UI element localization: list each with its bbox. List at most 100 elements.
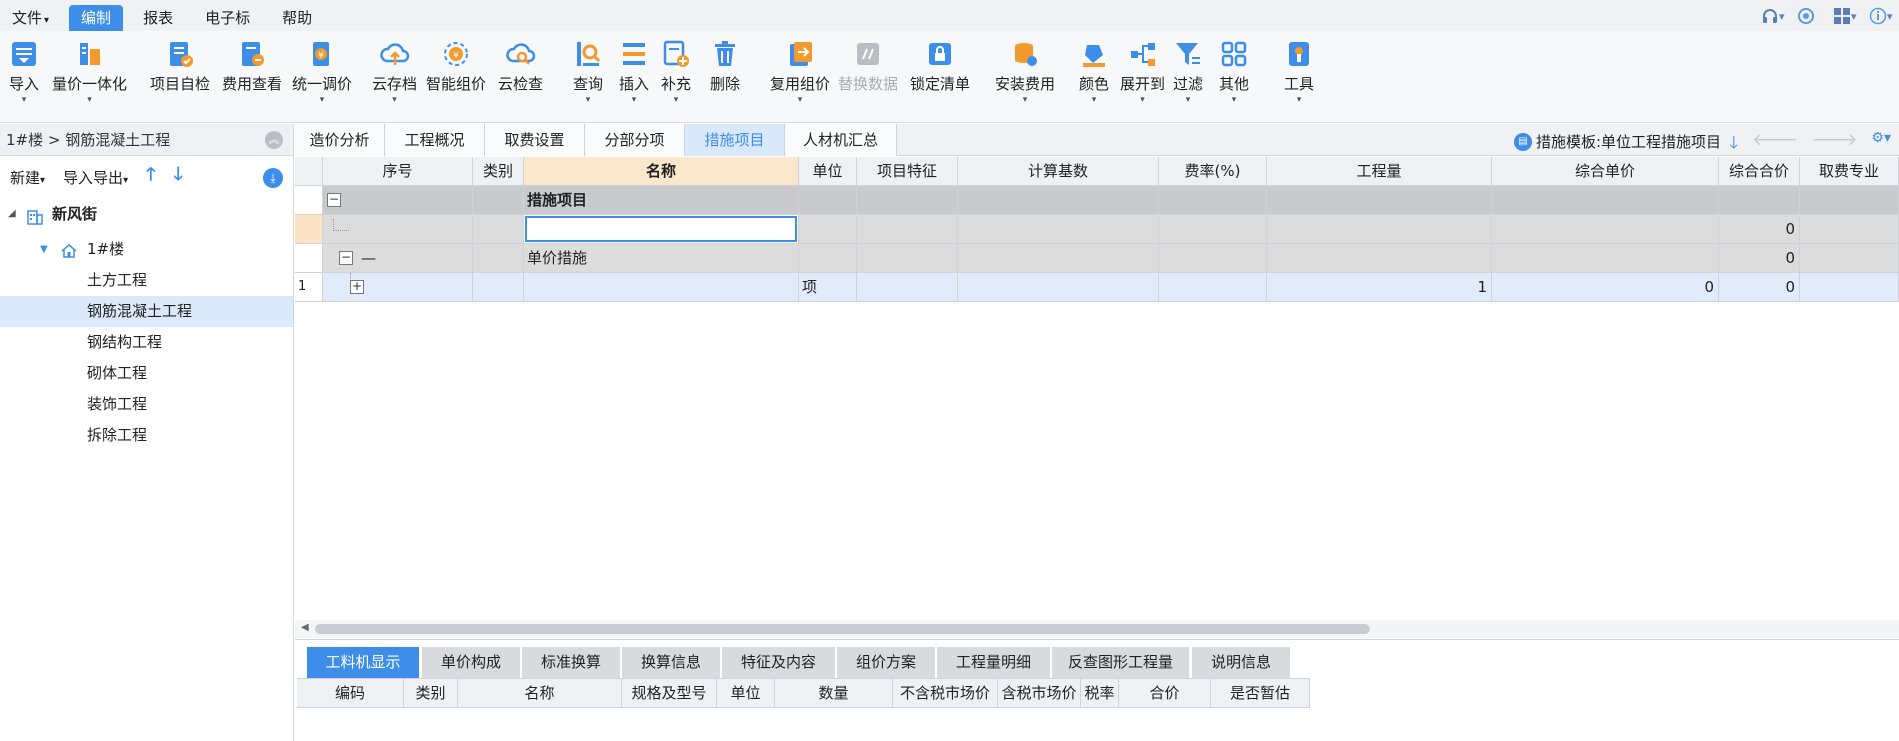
table-row[interactable]: − 措施项目 <box>295 186 1899 215</box>
import-export-button[interactable]: 导入导出▾ <box>63 167 128 188</box>
tab-feature-content[interactable]: 特征及内容 <box>722 647 835 678</box>
tree-root[interactable]: ◢ 新风街 <box>0 198 293 230</box>
self-check-button[interactable]: 项目自检 <box>150 37 210 94</box>
tab-project-overview[interactable]: 工程概况 <box>385 124 485 156</box>
info-icon[interactable]: ▾ <box>1869 6 1893 26</box>
move-down-icon[interactable]: 🡓 <box>173 162 182 192</box>
table-row[interactable]: 1 + 项 1 0 0 <box>295 273 1899 302</box>
name-edit-cell[interactable] <box>524 215 799 244</box>
cell-name[interactable]: 措施项目 <box>524 186 799 215</box>
table-row[interactable]: − — 单价措施 0 <box>295 244 1899 273</box>
header-fee-specialty[interactable]: 取费专业 <box>1800 157 1899 186</box>
cell-name[interactable] <box>524 273 799 302</box>
settings-icon[interactable]: ⚙▾ <box>1871 130 1891 159</box>
header-spec[interactable]: 规格及型号 <box>622 679 717 708</box>
cloud-archive-button[interactable]: 云存档 ▾ <box>372 37 417 105</box>
header-type[interactable]: 类别 <box>404 679 458 708</box>
tab-measures[interactable]: 措施项目 <box>685 124 785 156</box>
header-name[interactable]: 名称 <box>458 679 622 708</box>
tab-sub-items[interactable]: 分部分项 <box>585 124 685 156</box>
tab-standard-conversion[interactable]: 标准换算 <box>522 647 620 678</box>
fee-view-button[interactable]: 费用查看 <box>222 37 282 94</box>
header-unit[interactable]: 单位 <box>717 679 775 708</box>
download-icon[interactable]: ⤓ <box>263 168 283 188</box>
menu-file[interactable]: 文件 ▾ <box>0 5 61 31</box>
menu-help[interactable]: 帮助 <box>270 5 324 31</box>
tree-item-steel-structure[interactable]: 钢结构工程 <box>0 327 293 358</box>
reuse-pricing-button[interactable]: 复用组价 ▾ <box>770 37 830 105</box>
header-total[interactable]: 综合合价 <box>1719 157 1800 186</box>
tab-conversion-info[interactable]: 换算信息 <box>622 647 720 678</box>
apps-grid-icon[interactable]: ▾ <box>1833 6 1857 26</box>
tab-quantity-detail[interactable]: 工程量明细 <box>937 647 1050 678</box>
arrow-down-icon[interactable]: 🡓 <box>1729 130 1738 159</box>
name-edit-input[interactable] <box>525 216 797 242</box>
header-rate[interactable]: 费率(%) <box>1159 157 1267 186</box>
move-up-icon[interactable]: 🡑 <box>146 162 155 192</box>
expand-icon[interactable]: + <box>350 280 364 294</box>
scroll-thumb[interactable] <box>315 624 1370 634</box>
header-unit-price[interactable]: 综合单价 <box>1492 157 1719 186</box>
cell-quantity[interactable]: 1 <box>1267 273 1492 302</box>
cell-unit[interactable]: 项 <box>799 273 857 302</box>
unified-price-button[interactable]: ¥ 统一调价 ▾ <box>292 37 352 105</box>
arrow-right-icon[interactable]: 🡒 <box>1812 130 1858 159</box>
cloud-check-button[interactable]: 云检查 <box>498 37 543 94</box>
header-quantity[interactable]: 工程量 <box>1267 157 1492 186</box>
header-provisional[interactable]: 是否暂估 <box>1211 679 1310 708</box>
collapse-icon[interactable]: − <box>339 251 353 265</box>
tree-item-masonry[interactable]: 砌体工程 <box>0 358 293 389</box>
supplement-button[interactable]: 补充 ▾ <box>660 37 692 105</box>
tab-cost-analysis[interactable]: 造价分析 <box>295 124 385 156</box>
price-integration-button[interactable]: 量价一体化 ▾ <box>52 37 127 105</box>
tree-item-demolition[interactable]: 拆除工程 <box>0 420 293 451</box>
new-button[interactable]: 新建▾ <box>10 167 45 188</box>
tree-building[interactable]: ▼ 1#楼 <box>0 234 293 265</box>
header-feature[interactable]: 项目特征 <box>857 157 958 186</box>
expand-to-button[interactable]: 展开到 ▾ <box>1120 37 1165 105</box>
import-button[interactable]: 导入 ▾ <box>8 37 40 105</box>
menu-e-bid[interactable]: 电子标 <box>193 5 262 31</box>
menu-edit[interactable]: 编制 <box>69 5 124 31</box>
header-amount[interactable]: 数量 <box>775 679 893 708</box>
tab-reverse-graphic-quantity[interactable]: 反查图形工程量 <box>1052 647 1189 678</box>
headset-icon[interactable]: ▾ <box>1761 6 1785 26</box>
cell-total[interactable]: 0 <box>1719 244 1800 273</box>
tree-item-reinforced-concrete[interactable]: 钢筋混凝土工程 <box>0 296 293 327</box>
expand-arrow-icon[interactable]: ◢ <box>8 198 16 230</box>
tools-button[interactable]: 工具 ▾ <box>1283 37 1315 105</box>
smart-pricing-button[interactable]: ¥ 智能组价 <box>426 37 486 94</box>
collapse-icon[interactable]: − <box>327 193 341 207</box>
tree-item-earthwork[interactable]: 土方工程 <box>0 265 293 296</box>
tab-labor-material-display[interactable]: 工料机显示 <box>307 647 419 678</box>
lock-list-button[interactable]: 锁定清单 <box>910 37 970 94</box>
tab-unit-price-composition[interactable]: 单价构成 <box>422 647 520 678</box>
color-button[interactable]: 颜色 ▾ <box>1078 37 1110 105</box>
header-calc-base[interactable]: 计算基数 <box>958 157 1159 186</box>
header-subtotal[interactable]: 合价 <box>1119 679 1211 708</box>
tab-labor-material-summary[interactable]: 人材机汇总 <box>785 124 897 156</box>
tab-pricing-plan[interactable]: 组价方案 <box>837 647 935 678</box>
arrow-up-icon[interactable]: 🡑 <box>1707 130 1716 159</box>
cell-unit-price[interactable]: 0 <box>1492 273 1719 302</box>
horizontal-scrollbar[interactable]: ◀ <box>295 620 1899 638</box>
cell-name[interactable]: 单价措施 <box>524 244 799 273</box>
filter-button[interactable]: 过滤 ▾ <box>1172 37 1204 105</box>
menu-report[interactable]: 报表 <box>131 5 185 31</box>
header-name[interactable]: 名称 <box>524 157 799 186</box>
install-fee-button[interactable]: 安装费用 ▾ <box>995 37 1055 105</box>
tree-item-decoration[interactable]: 装饰工程 <box>0 389 293 420</box>
header-code[interactable]: 编码 <box>297 679 404 708</box>
header-unit[interactable]: 单位 <box>799 157 857 186</box>
table-row[interactable]: 0 <box>295 215 1899 244</box>
expand-arrow-icon[interactable]: ▼ <box>40 234 48 265</box>
delete-button[interactable]: 删除 <box>709 37 741 94</box>
header-price-incl-tax[interactable]: 含税市场价 <box>998 679 1081 708</box>
header-price-excl-tax[interactable]: 不含税市场价 <box>893 679 998 708</box>
header-type[interactable]: 类别 <box>473 157 524 186</box>
cell-total[interactable]: 0 <box>1719 215 1800 244</box>
measure-template[interactable]: ▤ 措施模板:单位工程措施项目 <box>1513 131 1721 152</box>
collapse-up-icon[interactable]: ︽ <box>265 131 283 149</box>
scroll-left-icon[interactable]: ◀ <box>301 622 309 633</box>
header-tax-rate[interactable]: 税率 <box>1081 679 1119 708</box>
